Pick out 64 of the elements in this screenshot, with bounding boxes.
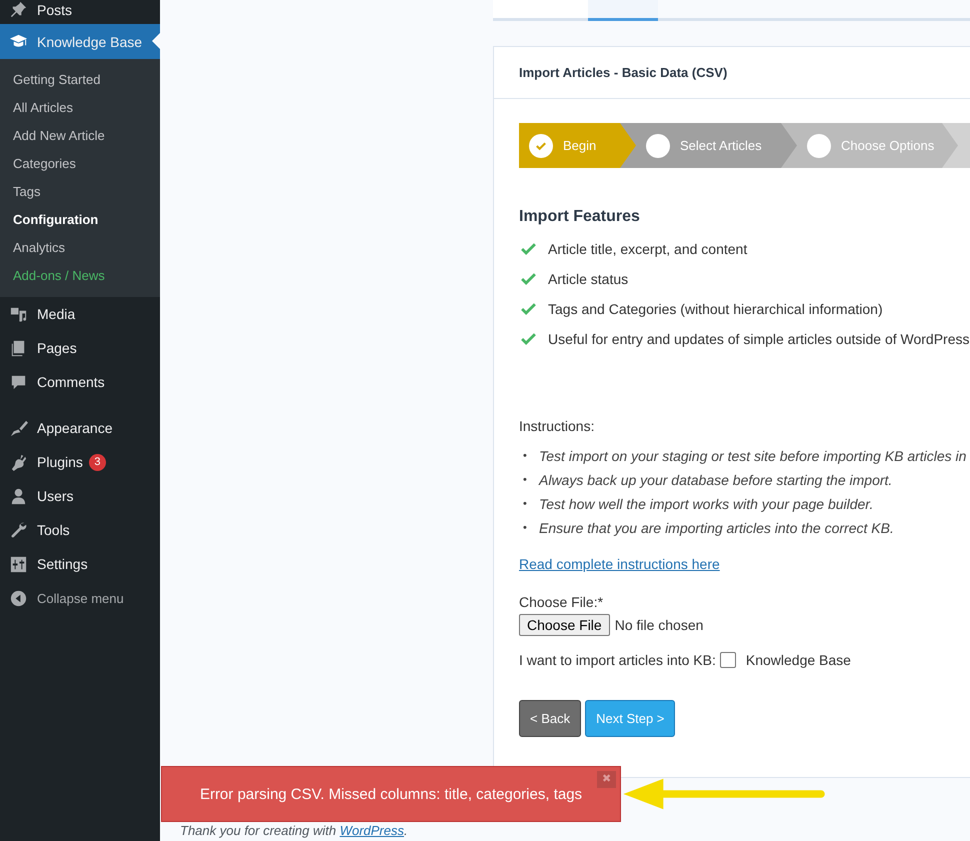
submenu-item[interactable]: Getting Started: [0, 66, 160, 94]
wizard-step: Choose Options: [781, 123, 958, 168]
submenu-item[interactable]: Categories: [0, 150, 160, 178]
bullet: •: [523, 449, 528, 464]
submenu-item[interactable]: Add-ons / News: [0, 262, 160, 290]
instruction-item: Test import on your staging or test site before importing KB articles in: [539, 447, 966, 466]
submenu-item[interactable]: All Articles: [0, 94, 160, 122]
feature-text: Tags and Categories (without hierarchical information): [548, 301, 883, 317]
check-icon: [519, 301, 538, 317]
pin-icon: [9, 0, 28, 19]
footer-text: Thank you for creating with WordPress.: [180, 823, 408, 838]
check-icon: [519, 241, 538, 257]
instruction-item: Test how well the import works with your page builder.: [539, 495, 874, 514]
menu-item[interactable]: Comments: [0, 365, 160, 399]
instruction-item: Ensure that you are importing articles into the correct KB.: [539, 519, 894, 538]
instructions-label: Instructions:: [519, 418, 596, 434]
wordpress-link[interactable]: WordPress: [340, 823, 404, 838]
menu-item[interactable]: Plugins 3: [0, 445, 160, 479]
feature-text: Article title, excerpt, and content: [548, 241, 748, 257]
bullet: •: [523, 521, 528, 536]
checkbox[interactable]: [720, 652, 736, 668]
section-heading: Import Features: [519, 208, 641, 226]
file-status: No file chosen: [614, 617, 704, 633]
submenu-item[interactable]: Configuration: [0, 206, 160, 234]
feature-text: Article status: [548, 271, 628, 287]
feature-text: Useful for entry and updates of simple articles outside of WordPress: [548, 331, 970, 347]
sliders-icon: [9, 554, 28, 574]
submenu-item[interactable]: Analytics: [0, 234, 160, 262]
menu-item[interactable]: Settings: [0, 547, 160, 581]
back-button[interactable]: < Back: [519, 700, 582, 737]
wizard-step: Select Articles: [620, 123, 797, 168]
check-icon: [519, 271, 538, 287]
file-label: Choose File:*: [519, 594, 604, 610]
update-count-badge: 3: [88, 454, 106, 470]
bullet: •: [523, 473, 528, 488]
choose-file-button[interactable]: Choose File: [519, 614, 610, 636]
menu-item[interactable]: Pages: [0, 331, 160, 365]
collapse-menu-button[interactable]: Collapse menu: [0, 581, 160, 615]
wizard-step: Begin: [519, 123, 636, 168]
submenu-item[interactable]: Add New Article: [0, 122, 160, 150]
tab[interactable]: [588, 0, 658, 21]
wrench-icon: [9, 520, 28, 540]
menu-item[interactable]: Users: [0, 479, 160, 513]
error-message: Error parsing CSV. Missed columns: title, categories, tags: [200, 786, 582, 802]
user-icon: [9, 486, 28, 506]
kb-label: I want to import articles into KB:: [519, 652, 716, 668]
brush-icon: [9, 418, 28, 438]
submenu-item[interactable]: Tags: [0, 178, 160, 206]
bullet: •: [523, 497, 528, 512]
circle-icon: [807, 134, 831, 158]
menu-item[interactable]: Appearance: [0, 411, 160, 445]
menu-item[interactable]: Posts: [0, 0, 160, 21]
circle-icon: [646, 134, 670, 158]
instructions-link[interactable]: Read complete instructions here: [519, 556, 720, 572]
menu-item[interactable]: Media: [0, 297, 160, 331]
plug-icon: [9, 452, 28, 472]
instruction-item: Always back up your database before starting the import.: [539, 471, 892, 490]
kb-option-label: Knowledge Base: [746, 652, 851, 668]
check-circle-icon: [529, 134, 553, 158]
menu-item[interactable]: Knowledge Base: [0, 24, 160, 59]
panel-title: Import Articles - Basic Data (CSV): [519, 65, 728, 80]
menu-item[interactable]: Tools: [0, 513, 160, 547]
collapse-icon: [9, 588, 28, 608]
check-icon: [519, 331, 538, 347]
